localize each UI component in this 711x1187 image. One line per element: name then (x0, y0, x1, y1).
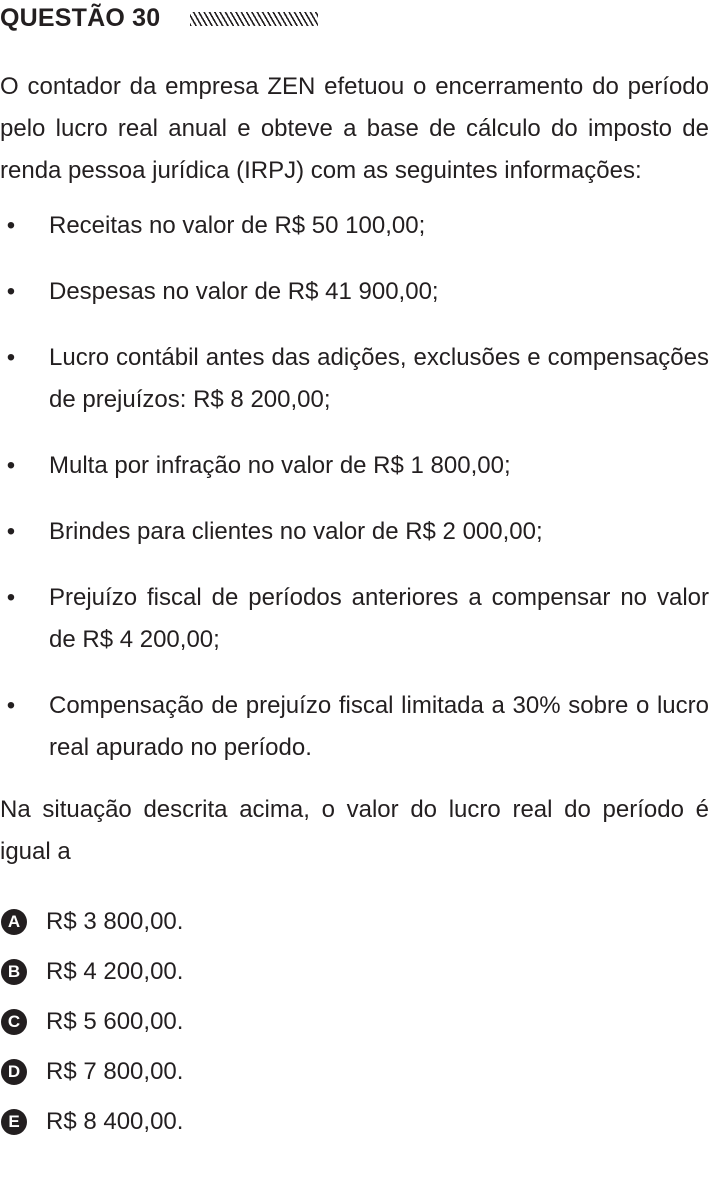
question-header: QUESTÃO 30 (0, 0, 709, 36)
option-a[interactable]: A R$ 3 800,00. (0, 897, 709, 947)
bullet-icon: • (6, 452, 16, 479)
list-item: • Prejuízo fiscal de períodos anteriores… (0, 577, 709, 661)
list-item-text: Multa por infração no valor de R$ 1 800,… (49, 452, 511, 479)
info-list: • Receitas no valor de R$ 50 100,00; • D… (0, 205, 709, 769)
list-item: • Despesas no valor de R$ 41 900,00; (0, 271, 709, 313)
option-e-text: R$ 8 400,00. (46, 1108, 184, 1135)
list-item: • Compensação de prejuízo fiscal limitad… (0, 685, 709, 769)
question-page: QUESTÃO 30 O contador da empresa ZEN efe… (0, 0, 711, 1187)
list-item-text: Lucro contábil antes das adições, exclus… (49, 344, 709, 413)
list-item-text: Prejuízo fiscal de períodos anteriores a… (49, 584, 709, 653)
option-c-text: R$ 5 600,00. (46, 1008, 184, 1035)
bullet-icon: • (6, 278, 16, 305)
option-c-letter-icon: C (1, 1009, 27, 1035)
option-b-letter-icon: B (1, 959, 27, 985)
hatch-decoration (190, 12, 319, 26)
option-d[interactable]: D R$ 7 800,00. (0, 1047, 709, 1097)
question-title: QUESTÃO 30 (0, 4, 161, 32)
question-intro: O contador da empresa ZEN efetuou o ence… (0, 73, 709, 184)
option-a-text: R$ 3 800,00. (46, 908, 184, 935)
bullet-icon: • (6, 344, 16, 371)
option-b-text: R$ 4 200,00. (46, 958, 184, 985)
bullet-icon: • (6, 518, 16, 545)
option-e-letter-icon: E (1, 1109, 27, 1135)
option-e[interactable]: E R$ 8 400,00. (0, 1097, 709, 1147)
list-item-text: Brindes para clientes no valor de R$ 2 0… (49, 518, 543, 545)
list-item: • Receitas no valor de R$ 50 100,00; (0, 205, 709, 247)
list-item-text: Compensação de prejuízo fiscal limitada … (49, 692, 709, 761)
list-item: • Multa por infração no valor de R$ 1 80… (0, 445, 709, 487)
bullet-icon: • (6, 212, 16, 239)
answer-options: A R$ 3 800,00. B R$ 4 200,00. C R$ 5 600… (0, 897, 709, 1147)
list-item-text: Despesas no valor de R$ 41 900,00; (49, 278, 439, 305)
option-d-text: R$ 7 800,00. (46, 1058, 184, 1085)
option-b[interactable]: B R$ 4 200,00. (0, 947, 709, 997)
list-item: • Lucro contábil antes das adições, excl… (0, 337, 709, 421)
option-d-letter-icon: D (1, 1059, 27, 1085)
option-a-letter-icon: A (1, 909, 27, 935)
bullet-icon: • (6, 584, 16, 611)
question-prompt: Na situação descrita acima, o valor do l… (0, 796, 709, 865)
list-item: • Brindes para clientes no valor de R$ 2… (0, 511, 709, 553)
bullet-icon: • (6, 692, 16, 719)
option-c[interactable]: C R$ 5 600,00. (0, 997, 709, 1047)
list-item-text: Receitas no valor de R$ 50 100,00; (49, 212, 426, 239)
